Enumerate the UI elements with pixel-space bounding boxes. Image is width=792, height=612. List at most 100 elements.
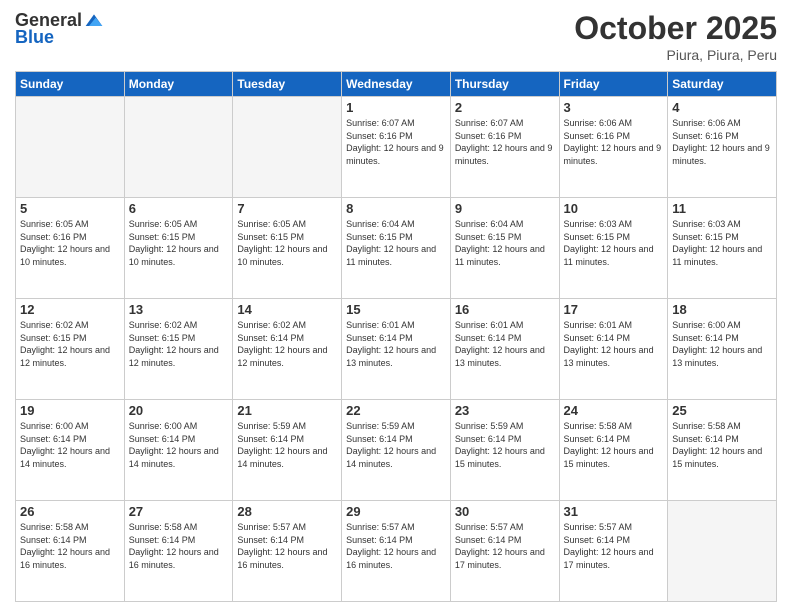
day-info: Sunrise: 6:02 AMSunset: 6:15 PMDaylight:… bbox=[20, 319, 120, 369]
day-info: Sunrise: 6:05 AMSunset: 6:15 PMDaylight:… bbox=[237, 218, 337, 268]
table-row: 16 Sunrise: 6:01 AMSunset: 6:14 PMDayligh… bbox=[450, 299, 559, 400]
table-row: 25Sunrise: 5:58 AMSunset: 6:14 PMDayligh… bbox=[668, 400, 777, 501]
table-row: 7 Sunrise: 6:05 AMSunset: 6:15 PMDaylight… bbox=[233, 198, 342, 299]
table-row: 30 Sunrise: 5:57 AMSunset: 6:14 PMDayligh… bbox=[450, 501, 559, 602]
header-thursday: Thursday bbox=[450, 72, 559, 97]
header: General Blue October 2025 Piura, Piura, … bbox=[15, 10, 777, 63]
header-sunday: Sunday bbox=[16, 72, 125, 97]
day-number: 30 bbox=[455, 504, 555, 519]
header-wednesday: Wednesday bbox=[342, 72, 451, 97]
day-number: 5 bbox=[20, 201, 120, 216]
table-row: 15Sunrise: 6:01 AMSunset: 6:14 PMDayligh… bbox=[342, 299, 451, 400]
day-number: 6 bbox=[129, 201, 229, 216]
page: General Blue October 2025 Piura, Piura, … bbox=[0, 0, 792, 612]
day-number: 28 bbox=[237, 504, 337, 519]
day-number: 26 bbox=[20, 504, 120, 519]
header-tuesday: Tuesday bbox=[233, 72, 342, 97]
table-row: 27Sunrise: 5:58 AMSunset: 6:14 PMDayligh… bbox=[124, 501, 233, 602]
day-number: 3 bbox=[564, 100, 664, 115]
table-row: 6 Sunrise: 6:05 AMSunset: 6:15 PMDaylight… bbox=[124, 198, 233, 299]
day-info: Sunrise: 6:06 AMSunset: 6:16 PMDaylight:… bbox=[564, 117, 664, 167]
day-number: 23 bbox=[455, 403, 555, 418]
day-number: 25 bbox=[672, 403, 772, 418]
day-info: Sunrise: 6:07 AMSunset: 6:16 PMDaylight:… bbox=[346, 117, 446, 167]
day-number: 12 bbox=[20, 302, 120, 317]
table-row bbox=[16, 97, 125, 198]
day-info: Sunrise: 6:00 AMSunset: 6:14 PMDaylight:… bbox=[129, 420, 229, 470]
day-number: 8 bbox=[346, 201, 446, 216]
day-number: 1 bbox=[346, 100, 446, 115]
day-info: Sunrise: 5:58 AMSunset: 6:14 PMDaylight:… bbox=[129, 521, 229, 571]
table-row: 22 Sunrise: 5:59 AMSunset: 6:14 PMDayligh… bbox=[342, 400, 451, 501]
day-info: Sunrise: 5:58 AMSunset: 6:14 PMDaylight:… bbox=[564, 420, 664, 470]
table-row: 4 Sunrise: 6:06 AMSunset: 6:16 PMDaylight… bbox=[668, 97, 777, 198]
day-info: Sunrise: 6:03 AMSunset: 6:15 PMDaylight:… bbox=[564, 218, 664, 268]
day-number: 2 bbox=[455, 100, 555, 115]
day-number: 18 bbox=[672, 302, 772, 317]
day-number: 24 bbox=[564, 403, 664, 418]
day-info: Sunrise: 6:03 AMSunset: 6:15 PMDaylight:… bbox=[672, 218, 772, 268]
day-number: 20 bbox=[129, 403, 229, 418]
day-number: 29 bbox=[346, 504, 446, 519]
day-number: 16 bbox=[455, 302, 555, 317]
day-number: 17 bbox=[564, 302, 664, 317]
day-number: 22 bbox=[346, 403, 446, 418]
day-info: Sunrise: 6:04 AMSunset: 6:15 PMDaylight:… bbox=[346, 218, 446, 268]
table-row: 19Sunrise: 6:00 AMSunset: 6:14 PMDayligh… bbox=[16, 400, 125, 501]
table-row: 28 Sunrise: 5:57 AMSunset: 6:14 PMDayligh… bbox=[233, 501, 342, 602]
table-row: 29 Sunrise: 5:57 AMSunset: 6:14 PMDayligh… bbox=[342, 501, 451, 602]
calendar-week-4: 26 Sunrise: 5:58 AMSunset: 6:14 PMDayligh… bbox=[16, 501, 777, 602]
table-row: 10 Sunrise: 6:03 AMSunset: 6:15 PMDayligh… bbox=[559, 198, 668, 299]
day-info: Sunrise: 5:59 AMSunset: 6:14 PMDaylight:… bbox=[346, 420, 446, 470]
day-number: 13 bbox=[129, 302, 229, 317]
calendar-week-2: 12 Sunrise: 6:02 AMSunset: 6:15 PMDayligh… bbox=[16, 299, 777, 400]
calendar-header-row: Sunday Monday Tuesday Wednesday Thursday… bbox=[16, 72, 777, 97]
table-row bbox=[124, 97, 233, 198]
day-info: Sunrise: 6:00 AMSunset: 6:14 PMDaylight:… bbox=[20, 420, 120, 470]
logo-icon bbox=[84, 11, 104, 31]
table-row: 12 Sunrise: 6:02 AMSunset: 6:15 PMDayligh… bbox=[16, 299, 125, 400]
table-row: 14 Sunrise: 6:02 AMSunset: 6:14 PMDayligh… bbox=[233, 299, 342, 400]
day-info: Sunrise: 6:05 AMSunset: 6:16 PMDaylight:… bbox=[20, 218, 120, 268]
title-block: October 2025 Piura, Piura, Peru bbox=[574, 10, 777, 63]
month-title: October 2025 bbox=[574, 10, 777, 47]
table-row: 13 Sunrise: 6:02 AMSunset: 6:15 PMDayligh… bbox=[124, 299, 233, 400]
day-number: 11 bbox=[672, 201, 772, 216]
day-number: 14 bbox=[237, 302, 337, 317]
logo-blue: Blue bbox=[15, 27, 54, 48]
day-info: Sunrise: 6:02 AMSunset: 6:14 PMDaylight:… bbox=[237, 319, 337, 369]
day-info: Sunrise: 5:57 AMSunset: 6:14 PMDaylight:… bbox=[346, 521, 446, 571]
day-number: 31 bbox=[564, 504, 664, 519]
day-info: Sunrise: 5:58 AMSunset: 6:14 PMDaylight:… bbox=[20, 521, 120, 571]
header-saturday: Saturday bbox=[668, 72, 777, 97]
calendar-table: Sunday Monday Tuesday Wednesday Thursday… bbox=[15, 71, 777, 602]
table-row: 2 Sunrise: 6:07 AMSunset: 6:16 PMDaylight… bbox=[450, 97, 559, 198]
day-info: Sunrise: 6:01 AMSunset: 6:14 PMDaylight:… bbox=[455, 319, 555, 369]
day-info: Sunrise: 5:57 AMSunset: 6:14 PMDaylight:… bbox=[564, 521, 664, 571]
day-number: 4 bbox=[672, 100, 772, 115]
table-row: 24 Sunrise: 5:58 AMSunset: 6:14 PMDayligh… bbox=[559, 400, 668, 501]
table-row: 23Sunrise: 5:59 AMSunset: 6:14 PMDayligh… bbox=[450, 400, 559, 501]
header-friday: Friday bbox=[559, 72, 668, 97]
table-row: 17Sunrise: 6:01 AMSunset: 6:14 PMDayligh… bbox=[559, 299, 668, 400]
table-row: 31 Sunrise: 5:57 AMSunset: 6:14 PMDayligh… bbox=[559, 501, 668, 602]
day-info: Sunrise: 6:02 AMSunset: 6:15 PMDaylight:… bbox=[129, 319, 229, 369]
table-row: 11 Sunrise: 6:03 AMSunset: 6:15 PMDayligh… bbox=[668, 198, 777, 299]
calendar-week-3: 19Sunrise: 6:00 AMSunset: 6:14 PMDayligh… bbox=[16, 400, 777, 501]
day-number: 9 bbox=[455, 201, 555, 216]
day-number: 10 bbox=[564, 201, 664, 216]
day-info: Sunrise: 6:04 AMSunset: 6:15 PMDaylight:… bbox=[455, 218, 555, 268]
calendar-week-1: 5 Sunrise: 6:05 AMSunset: 6:16 PMDaylight… bbox=[16, 198, 777, 299]
day-info: Sunrise: 6:07 AMSunset: 6:16 PMDaylight:… bbox=[455, 117, 555, 167]
day-info: Sunrise: 5:57 AMSunset: 6:14 PMDaylight:… bbox=[237, 521, 337, 571]
day-number: 15 bbox=[346, 302, 446, 317]
day-info: Sunrise: 6:06 AMSunset: 6:16 PMDaylight:… bbox=[672, 117, 772, 167]
day-info: Sunrise: 6:05 AMSunset: 6:15 PMDaylight:… bbox=[129, 218, 229, 268]
table-row: 21Sunrise: 5:59 AMSunset: 6:14 PMDayligh… bbox=[233, 400, 342, 501]
day-info: Sunrise: 5:57 AMSunset: 6:14 PMDaylight:… bbox=[455, 521, 555, 571]
location-subtitle: Piura, Piura, Peru bbox=[574, 47, 777, 63]
table-row bbox=[668, 501, 777, 602]
day-number: 7 bbox=[237, 201, 337, 216]
table-row: 18Sunrise: 6:00 AMSunset: 6:14 PMDayligh… bbox=[668, 299, 777, 400]
day-info: Sunrise: 5:59 AMSunset: 6:14 PMDaylight:… bbox=[237, 420, 337, 470]
